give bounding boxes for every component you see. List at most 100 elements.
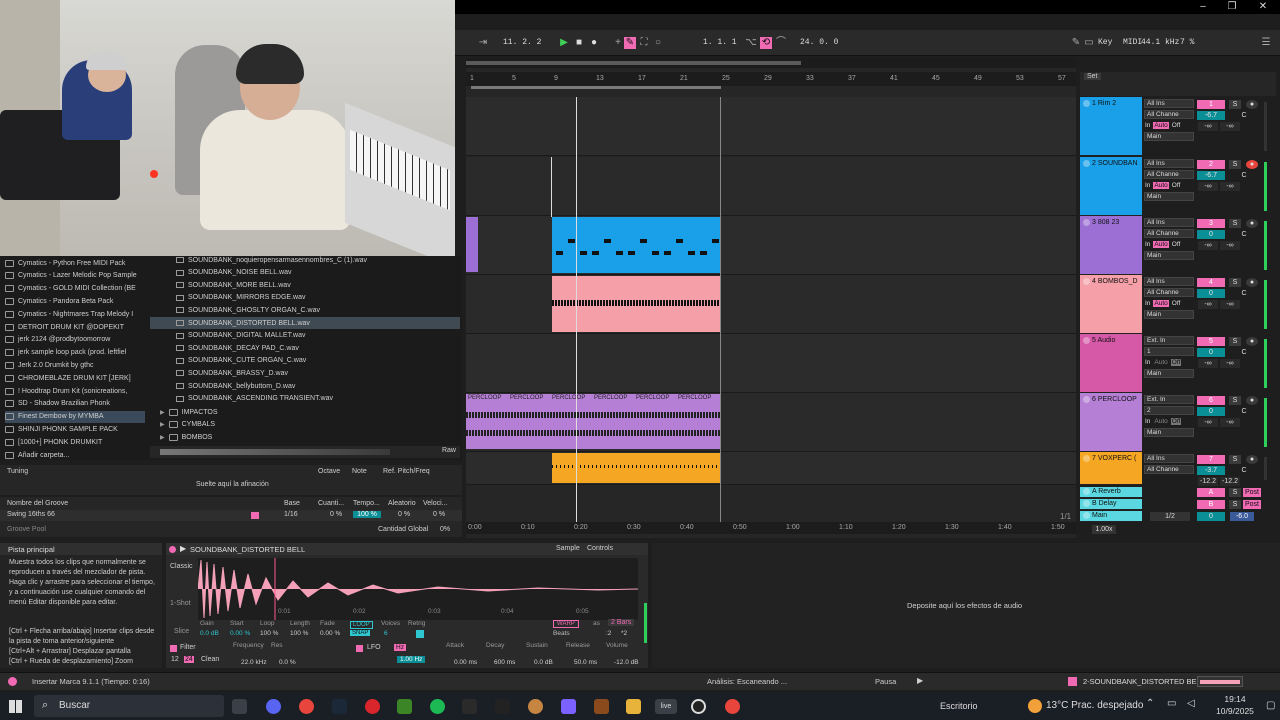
output-select[interactable]: Main xyxy=(1144,428,1194,437)
collection-item[interactable]: jerk sample loop pack (prod. leftfiel xyxy=(5,347,145,359)
output-select[interactable]: Main xyxy=(1144,310,1194,319)
overdub-icon[interactable]: + xyxy=(612,37,624,49)
arm-button[interactable]: ● xyxy=(1246,396,1258,405)
weather-icon[interactable] xyxy=(1028,699,1042,713)
follow-icon[interactable]: ⇥ xyxy=(477,37,489,49)
punch-out-icon[interactable]: ⌒ xyxy=(775,37,787,49)
minimize-button[interactable]: – xyxy=(1188,0,1218,14)
sample-waveform[interactable]: 0:01 0:02 0:03 0:04 0:05 xyxy=(198,558,638,620)
track-volume[interactable]: -6.7 xyxy=(1197,111,1225,120)
track-activator[interactable]: 4 xyxy=(1197,278,1225,287)
track-volume[interactable]: 0 xyxy=(1197,289,1225,298)
fold-icon[interactable] xyxy=(1083,512,1090,519)
tray-chevron-icon[interactable]: ⌃ xyxy=(1146,698,1154,709)
file-item[interactable]: SOUNDBANK_ASCENDING TRANSIENT.wav xyxy=(150,393,460,405)
file-explorer-icon[interactable] xyxy=(626,699,641,714)
search-box[interactable]: ⌕ Buscar xyxy=(34,695,224,717)
clip-play-icon[interactable]: ▶ xyxy=(180,544,186,553)
send-a[interactable]: -∞ xyxy=(1198,241,1218,250)
draw-mode-icon[interactable]: ✎ xyxy=(1070,37,1082,49)
master-track-header[interactable]: Main xyxy=(1080,511,1142,522)
voices-value[interactable]: 6 xyxy=(384,630,388,637)
input-channel-select[interactable]: All Channe xyxy=(1144,465,1194,474)
clock-time[interactable]: 19:14 xyxy=(1210,694,1260,704)
cue-select[interactable]: 1/2 xyxy=(1150,512,1190,521)
track-header[interactable]: 2 SOUNDBAN xyxy=(1080,157,1142,216)
return-track-header[interactable]: A Reverb xyxy=(1080,487,1142,498)
track-activator[interactable]: 6 xyxy=(1197,396,1225,405)
fade-value[interactable]: 0.00 % xyxy=(320,630,340,637)
return-name[interactable]: A Reverb xyxy=(1092,488,1121,495)
solo-button[interactable]: S xyxy=(1229,500,1241,509)
monitor-in-button[interactable]: In xyxy=(1144,182,1151,189)
stop-button[interactable]: ■ xyxy=(573,37,585,49)
fold-icon[interactable] xyxy=(1083,219,1090,226)
track-volume[interactable]: -3.7 xyxy=(1197,466,1225,475)
track-activator[interactable]: 2 xyxy=(1197,160,1225,169)
punch-in-icon[interactable]: ⌥ xyxy=(745,37,757,49)
fold-icon[interactable] xyxy=(1083,455,1090,462)
track-pan[interactable]: C xyxy=(1238,171,1250,180)
output-select[interactable]: Main xyxy=(1144,369,1194,378)
send-a[interactable]: -∞ xyxy=(1198,122,1218,131)
track-pan[interactable]: C xyxy=(1238,289,1250,298)
collection-item[interactable]: SHINJI PHONK SAMPLE PACK xyxy=(5,423,145,435)
volume-icon[interactable]: ◁ xyxy=(1187,698,1195,709)
track-volume[interactable]: 0 xyxy=(1197,230,1225,239)
menu-icon[interactable]: ☰ xyxy=(1260,37,1272,49)
monitor-auto-button[interactable]: Auto xyxy=(1153,359,1168,366)
track-pan[interactable]: C xyxy=(1238,111,1250,120)
mode-1shot[interactable]: 1-Shot xyxy=(170,600,191,607)
solo-button[interactable]: S xyxy=(1229,278,1241,287)
back-to-arrangement-icon[interactable]: ⛶ xyxy=(638,37,650,49)
fold-icon[interactable] xyxy=(1083,337,1090,344)
track-header[interactable]: 7 VOXPERC ( xyxy=(1080,452,1142,485)
input-channel-select[interactable]: All Channe xyxy=(1144,170,1194,179)
collection-item[interactable]: Añadir carpeta... xyxy=(5,449,145,461)
track-name[interactable]: 4 BOMBOS_D xyxy=(1092,278,1138,285)
collection-item[interactable]: Cymatics - Python Free MIDI Pack xyxy=(5,257,145,269)
groove-row-base[interactable]: 1/16 xyxy=(284,511,298,518)
track-name[interactable]: 6 PERCLOOP xyxy=(1092,396,1137,403)
xbox-icon[interactable] xyxy=(397,699,412,714)
track-header[interactable]: 1 Rim 2 xyxy=(1080,97,1142,156)
return-track-header[interactable]: B Delay xyxy=(1080,499,1142,510)
start-icon[interactable] xyxy=(9,700,22,713)
collection-item[interactable]: DETROIT DRUM KIT @DOPEKIT xyxy=(5,321,145,333)
track-activator[interactable]: 5 xyxy=(1197,337,1225,346)
track-pan[interactable]: C xyxy=(1238,230,1250,239)
set-button[interactable]: Set xyxy=(1084,73,1101,80)
expand-icon[interactable]: ▶ xyxy=(160,434,165,441)
fold-icon[interactable] xyxy=(1083,278,1090,285)
halve-button[interactable]: :2 xyxy=(606,630,611,637)
file-item[interactable]: SOUNDBANK_MORE BELL.wav xyxy=(150,279,460,291)
track-volume[interactable]: -6.7 xyxy=(1197,171,1225,180)
track-header[interactable]: 6 PERCLOOP xyxy=(1080,393,1142,452)
chrome-icon[interactable] xyxy=(299,699,314,714)
input-channel-select[interactable]: All Channe xyxy=(1144,110,1194,119)
chrome-2-icon[interactable] xyxy=(725,699,740,714)
groove-hot-swap-icon[interactable] xyxy=(251,512,259,519)
warp-button[interactable]: WARP xyxy=(553,620,579,628)
copilot-icon[interactable] xyxy=(561,699,576,714)
folder-item[interactable]: ▶ IMPACTOS xyxy=(150,406,460,418)
folder-item[interactable]: ▶ BOMBOS xyxy=(150,431,460,443)
weather-text[interactable]: 13°C Prac. despejado xyxy=(1046,700,1143,711)
track-name[interactable]: 7 VOXPERC ( xyxy=(1092,455,1136,462)
send-b[interactable]: -∞ xyxy=(1220,122,1240,131)
file-item[interactable]: SOUNDBANK_DISTORTED BELL.wav xyxy=(150,317,460,329)
folder-item[interactable]: ▶ CYMBALS xyxy=(150,419,460,431)
input-channel-select[interactable]: 1 xyxy=(1144,347,1194,356)
send-a[interactable]: -∞ xyxy=(1198,359,1218,368)
collection-item[interactable]: Jerk 2.0 Drumkit by gthc xyxy=(5,359,145,371)
zoom-level[interactable]: 1.00x xyxy=(1092,525,1116,534)
midi-clip[interactable] xyxy=(552,217,720,273)
epic-games-icon[interactable] xyxy=(462,699,477,714)
volume-value[interactable]: -12.0 dB xyxy=(614,659,639,666)
solo-button[interactable]: S xyxy=(1229,219,1241,228)
filter-toggle[interactable] xyxy=(170,645,177,652)
collection-item[interactable]: Finest Dembow by MYMBA xyxy=(5,410,145,423)
groove-row-random[interactable]: 0 % xyxy=(398,511,410,518)
overview-bar[interactable] xyxy=(466,58,1076,68)
arm-button[interactable]: ● xyxy=(1246,219,1258,228)
